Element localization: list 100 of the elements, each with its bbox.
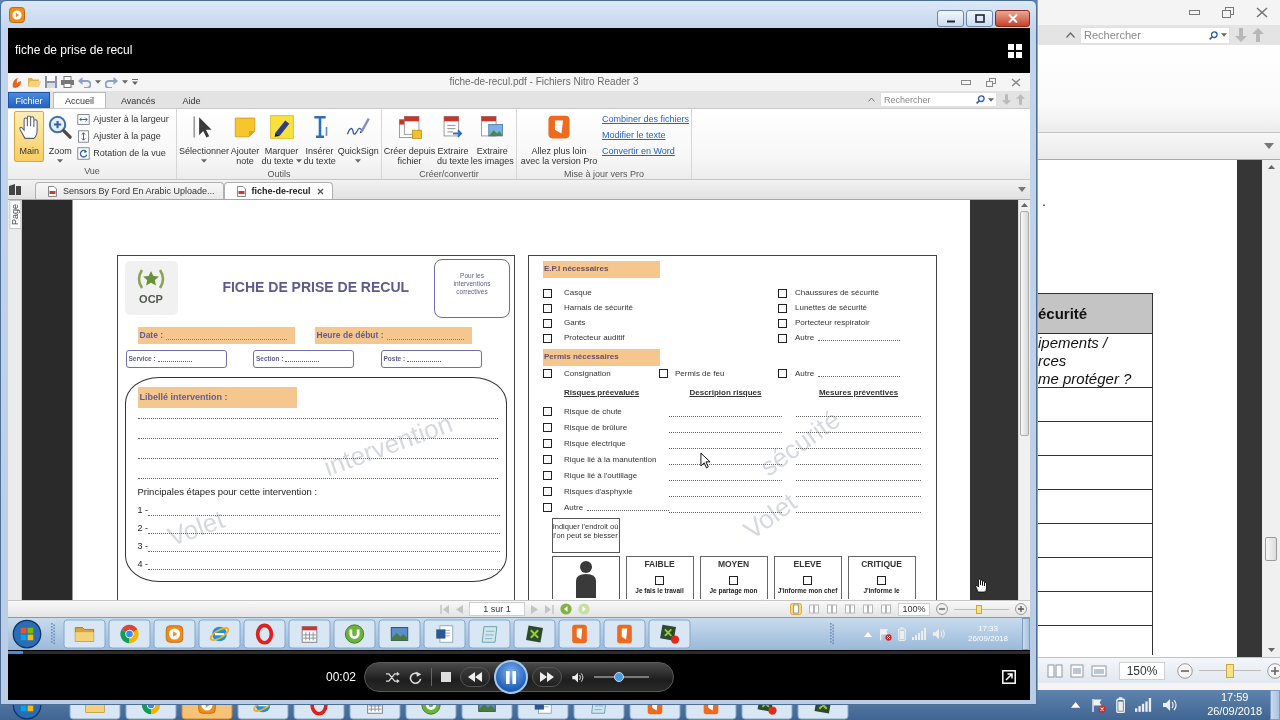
checkbox[interactable] [877,575,886,585]
ribbon-button[interactable]: Ajuster à la page [76,128,170,145]
search-icon[interactable] [976,95,985,104]
zoom-out-icon[interactable] [936,603,948,615]
document-icon[interactable] [423,619,466,649]
flag-alert-icon[interactable] [878,627,892,641]
ribbon-button[interactable]: Insérer du texte [302,111,337,168]
page-field[interactable]: 1 sur 1 [469,602,525,616]
ribbon-button[interactable]: Main [14,111,45,162]
checkbox[interactable] [543,303,552,313]
checkbox[interactable] [543,439,552,448]
link[interactable]: Convertir en Word [601,143,689,159]
pause-button[interactable] [494,660,528,694]
checkbox[interactable] [803,575,812,585]
speaker-icon[interactable] [571,670,585,684]
checkbox[interactable] [729,575,738,585]
checkbox[interactable] [778,303,787,313]
expand-icon[interactable] [1002,670,1016,684]
close-icon[interactable] [316,187,324,195]
arrow-up-icon[interactable] [1267,165,1275,169]
checkbox[interactable] [543,369,552,378]
ribbon-button[interactable]: Extraire les images [470,111,514,168]
close-icon[interactable] [1256,7,1268,18]
caret-icon[interactable] [122,80,128,84]
x-tile-icon[interactable] [797,705,849,720]
x-tile-icon[interactable] [513,619,556,649]
clock-date[interactable]: 26/09/2018 [1207,705,1263,719]
panel-tab[interactable]: Page [9,200,22,230]
scrollbar[interactable] [1018,200,1030,600]
zoom-field[interactable]: 150% [1119,661,1165,680]
globe-ring-icon[interactable] [237,705,289,720]
signal-icon[interactable] [1135,698,1152,712]
circle-logo-icon[interactable] [333,619,376,649]
slider-thumb[interactable] [975,604,982,614]
printer-icon[interactable] [61,76,74,88]
save-icon[interactable] [45,76,57,88]
checkbox[interactable] [778,288,787,298]
grid-icon[interactable] [1008,43,1022,58]
ribbon-tab[interactable]: Aide [170,92,213,108]
chevron-up-icon[interactable] [868,97,875,102]
calendar-icon[interactable] [288,619,331,649]
folder-icon[interactable] [69,705,121,720]
ribbon-tab[interactable]: Fichier [8,92,50,108]
ribbon-button[interactable]: Sélectionner [179,111,229,165]
checkbox[interactable] [659,369,668,378]
caret-icon[interactable] [988,97,994,102]
link[interactable]: Modifier le texte [601,127,689,143]
caret-icon[interactable] [200,159,207,163]
picture-icon[interactable] [378,619,421,649]
slider-thumb[interactable] [1226,663,1234,678]
zoom-in-icon[interactable] [1015,603,1027,615]
checkbox[interactable] [543,333,552,343]
ribbon-tab[interactable]: Avancés [109,92,168,108]
ribbon-button[interactable]: Rotation de la vue [76,145,170,162]
undo-icon[interactable] [78,76,91,88]
battery-icon[interactable] [1116,696,1126,714]
checkbox[interactable] [543,503,552,512]
ring-icon[interactable] [293,705,345,720]
shuffle-icon[interactable] [385,670,400,684]
calendar-icon[interactable] [349,705,401,720]
panel-icon[interactable] [8,183,22,196]
page-view-icon[interactable] [1047,663,1063,678]
ribbon-button[interactable]: Extraire du texte [436,111,470,168]
repeat-icon[interactable] [409,670,422,684]
caret-icon[interactable] [1221,33,1227,37]
chevron-up-icon[interactable] [1066,32,1075,38]
checkbox[interactable] [543,455,552,464]
minimize-icon[interactable] [961,79,971,85]
maximize-button[interactable] [966,10,993,27]
checkbox[interactable] [543,318,552,328]
caret-icon[interactable] [1264,143,1274,149]
zoom-field[interactable]: 100% [898,602,930,616]
play-tile-icon[interactable] [181,705,233,720]
search-field[interactable]: Rechercher [880,92,997,107]
arrow-down-icon[interactable] [1267,648,1275,652]
checkbox[interactable] [543,288,552,298]
circle-logo-icon[interactable] [405,705,457,720]
close-icon[interactable] [1011,77,1021,87]
app-logo-icon[interactable] [10,75,23,89]
scrollbar-thumb[interactable] [1265,537,1277,561]
zoom-in-icon[interactable] [1267,662,1280,679]
checkbox[interactable] [543,471,552,480]
minimize-icon[interactable] [1189,10,1200,15]
caret-icon[interactable] [95,80,101,84]
ribbon-button[interactable]: Ajuster à la largeur [76,111,170,128]
ribbon-tab[interactable]: Accueil [53,92,106,108]
ribbon-button[interactable]: Ajouter note [229,111,261,168]
search-field[interactable]: Rechercher [1080,26,1230,44]
app-logo-icon[interactable] [629,705,681,720]
caret-icon[interactable] [1018,187,1026,192]
minimize-button[interactable] [937,10,964,27]
caret-icon[interactable] [295,159,302,163]
scrollbar[interactable] [1262,160,1280,657]
ribbon-button[interactable]: Créer depuis fichier [384,111,436,168]
close-button[interactable] [995,10,1030,27]
ribbon-button[interactable]: Zoom [45,111,76,165]
checkbox[interactable] [655,575,664,585]
chevron-up-icon[interactable] [1071,702,1081,708]
zoom-out-icon[interactable] [1177,662,1193,679]
show-desktop-button[interactable] [1269,690,1280,720]
